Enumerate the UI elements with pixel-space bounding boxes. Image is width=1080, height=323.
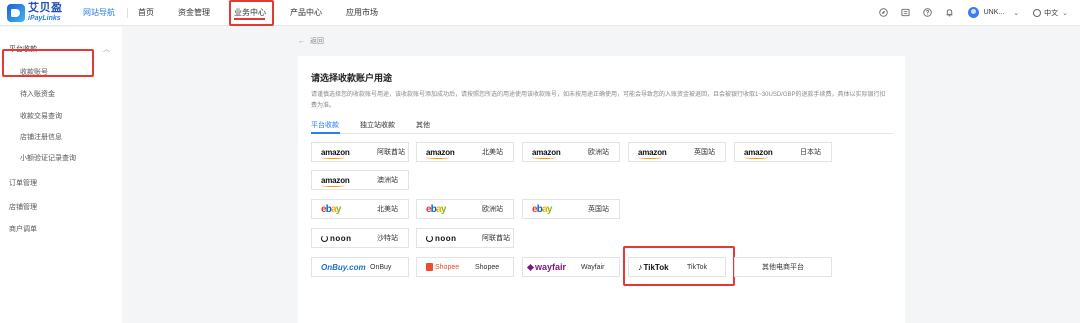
nav-divider xyxy=(127,7,128,18)
arrow-left-icon: ← xyxy=(298,38,305,45)
option-ebay-eu[interactable]: ebay 欧洲站 xyxy=(416,199,514,219)
option-shopee[interactable]: Shopee Shopee xyxy=(416,257,514,277)
nav-funds-management[interactable]: 资金管理 xyxy=(178,7,210,18)
nav-product-center[interactable]: 产品中心 xyxy=(290,7,322,18)
page-description: 请谨慎选择您的收款账号用途，该收款账号添加成功后，请按照您所选的用途使用该收款账… xyxy=(311,92,886,109)
option-amazon-uae[interactable]: amazon 阿联酋站 xyxy=(311,142,409,162)
onbuy-logo: OnBuy.com xyxy=(321,262,366,272)
option-label: 其他电商平台 xyxy=(762,264,804,271)
option-amazon-au[interactable]: amazon 澳洲站 xyxy=(311,170,409,190)
option-label: 沙特站 xyxy=(377,235,398,242)
tab-platform-collection[interactable]: 平台收款 xyxy=(311,120,339,130)
sidebar-item-store-registration[interactable]: 店铺注册信息 xyxy=(20,132,62,142)
logo-text-cn: 艾贝盈 xyxy=(28,2,63,14)
bell-icon[interactable] xyxy=(945,8,954,17)
option-amazon-eu[interactable]: amazon 欧洲站 xyxy=(522,142,620,162)
option-other-ecommerce[interactable]: 其他电商平台 xyxy=(734,257,832,277)
language-label: 中文 xyxy=(1044,9,1059,17)
option-label: 欧洲站 xyxy=(588,149,609,156)
option-label: 欧洲站 xyxy=(482,206,503,213)
nav-app-market[interactable]: 应用市场 xyxy=(346,7,378,18)
wayfair-logo: wayfair xyxy=(526,262,566,272)
language-selector[interactable]: 中文 ⌄ xyxy=(1033,8,1068,18)
page-title: 请选择收款账户用途 xyxy=(311,73,393,83)
compass-icon[interactable] xyxy=(878,8,888,17)
option-amazon-jp[interactable]: amazon 日本站 xyxy=(734,142,832,162)
sidebar-group-platform-collection[interactable]: 平台收款 ︿ xyxy=(0,40,122,77)
back-link[interactable]: ← 返回 xyxy=(298,36,324,46)
option-amazon-na[interactable]: amazon 北美站 xyxy=(416,142,514,162)
main-card: 请选择收款账户用途 请谨慎选择您的收款账号用途，该收款账号添加成功后，请按照您所… xyxy=(298,56,905,323)
noon-logo: noon xyxy=(426,234,457,243)
globe-icon xyxy=(1033,8,1042,17)
site-navigation-link[interactable]: 网站导航 xyxy=(83,7,115,18)
option-noon-uae[interactable]: noon 阿联酋站 xyxy=(416,228,514,248)
option-ebay-uk[interactable]: ebay 英国站 xyxy=(522,199,620,219)
nav-home[interactable]: 首页 xyxy=(138,7,154,18)
sidebar-item-merchant-transfer[interactable]: 商户调单 xyxy=(9,224,37,234)
sidebar-item-stores[interactable]: 店铺管理 xyxy=(9,202,37,212)
invoice-icon[interactable] xyxy=(901,8,910,17)
option-label: 日本站 xyxy=(800,149,821,156)
noon-logo: noon xyxy=(321,234,352,243)
tab-independent-site[interactable]: 独立站收款 xyxy=(360,120,395,130)
option-onbuy[interactable]: OnBuy.com OnBuy xyxy=(311,257,409,277)
sidebar-item-micro-verification[interactable]: 小额验证记录查询 xyxy=(20,153,76,163)
nav-business-center[interactable]: 业务中心 xyxy=(229,0,274,26)
chevron-down-icon[interactable]: ⌄ xyxy=(1013,9,1019,17)
highlight-box xyxy=(623,246,735,286)
sidebar-item-pending-funds[interactable]: 待入账资金 xyxy=(20,89,55,99)
option-label: 北美站 xyxy=(482,149,503,156)
option-label: 澳洲站 xyxy=(377,177,398,184)
option-label: Wayfair xyxy=(581,263,605,271)
chevron-up-icon: ︿ xyxy=(103,46,110,53)
option-label: 英国站 xyxy=(588,206,609,213)
option-wayfair[interactable]: wayfair Wayfair xyxy=(522,257,620,277)
chevron-down-icon: ⌄ xyxy=(1062,9,1068,17)
tab-other[interactable]: 其他 xyxy=(416,120,430,130)
ebay-logo: ebay xyxy=(532,203,552,215)
logo-mark-icon xyxy=(7,3,25,22)
back-label: 返回 xyxy=(309,38,324,45)
sidebar-group-label: 平台收款 xyxy=(9,46,37,53)
option-noon-saudi[interactable]: noon 沙特站 xyxy=(311,228,409,248)
option-label: 阿联酋站 xyxy=(377,149,405,156)
help-icon[interactable] xyxy=(922,8,932,17)
logo-text-en: iPayLinks xyxy=(28,15,61,22)
user-name[interactable]: UNK... xyxy=(984,9,1005,16)
option-label: 北美站 xyxy=(377,206,398,213)
option-ebay-na[interactable]: ebay 北美站 xyxy=(311,199,409,219)
sidebar-item-orders[interactable]: 订单管理 xyxy=(9,178,37,188)
user-avatar[interactable] xyxy=(967,7,979,18)
ebay-logo: ebay xyxy=(321,203,341,215)
top-navigation-bar: 艾贝盈 iPayLinks 网站导航 首页 资金管理 业务中心 产品中心 应用市… xyxy=(0,0,1080,26)
active-tab-indicator xyxy=(311,132,340,134)
shopee-logo: Shopee xyxy=(426,263,459,271)
tab-bar: 平台收款 独立站收款 其他 xyxy=(311,118,893,134)
sidebar-item-transaction-query[interactable]: 收款交易查询 xyxy=(20,111,62,121)
sidebar-item-collection-account[interactable]: 收款账号 xyxy=(20,67,48,77)
option-amazon-uk[interactable]: amazon 英国站 xyxy=(628,142,726,162)
sidebar: 平台收款 ︿ 收款账号 待入账资金 收款交易查询 店铺注册信息 小额验证记录查询… xyxy=(0,27,122,323)
option-label: OnBuy xyxy=(370,263,392,271)
ebay-logo: ebay xyxy=(426,203,446,215)
option-label: 阿联酋站 xyxy=(482,235,510,242)
option-label: Shopee xyxy=(475,263,500,271)
option-label: 英国站 xyxy=(694,149,715,156)
